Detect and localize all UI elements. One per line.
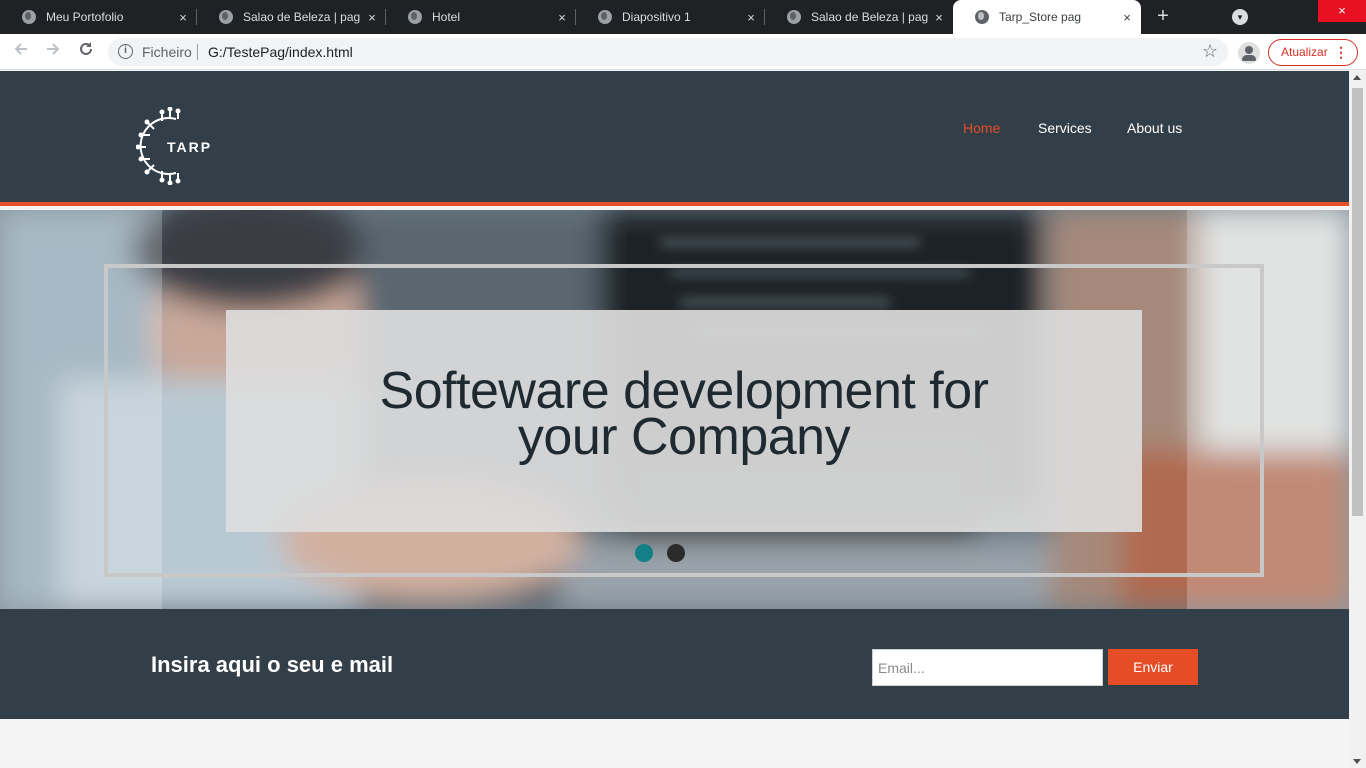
browser-tab[interactable]: Diapositivo 1 × [576, 0, 765, 34]
hero-slider: Softeware development for your Company [0, 210, 1349, 609]
browser-tab-active[interactable]: Tarp_Store pag × [953, 0, 1141, 34]
tab-title: Salao de Beleza | pag ini [811, 10, 931, 24]
scrollbar-thumb[interactable] [1352, 88, 1363, 516]
back-arrow-icon[interactable] [9, 40, 33, 64]
browser-toolbar: i Ficheiro G:/TestePag/index.html ☆ Atua… [0, 34, 1366, 70]
new-tab-button[interactable]: + [1151, 5, 1175, 29]
browser-tab-strip: Meu Portofolio × Salao de Beleza | pag i… [0, 0, 1366, 34]
address-divider [197, 44, 198, 60]
slider-dot-active[interactable] [635, 544, 653, 562]
globe-icon [787, 10, 801, 24]
address-bar[interactable]: i Ficheiro G:/TestePag/index.html ☆ [108, 38, 1228, 66]
tab-title: Diapositivo 1 [622, 10, 691, 24]
globe-icon [219, 10, 233, 24]
globe-icon [22, 10, 36, 24]
hero-title-line-2: your Company [517, 408, 851, 466]
send-button[interactable]: Enviar [1108, 649, 1198, 685]
browser-tab[interactable]: Salao de Beleza | pag ini × [765, 0, 953, 34]
window-close-button[interactable]: × [1318, 0, 1366, 22]
tab-close-icon[interactable]: × [1119, 10, 1135, 25]
reload-icon[interactable] [74, 40, 98, 64]
globe-icon [598, 10, 612, 24]
update-button[interactable]: Atualizar ⋮ [1268, 39, 1358, 66]
browser-tab[interactable]: Meu Portofolio × [0, 0, 197, 34]
tab-close-icon[interactable]: × [554, 10, 570, 25]
forward-arrow-icon[interactable] [41, 40, 65, 64]
update-button-label: Atualizar [1281, 45, 1328, 59]
newsletter-section: Insira aqui o seu e mail Enviar [0, 609, 1349, 719]
profile-icon[interactable] [1238, 42, 1260, 64]
tab-title: Salao de Beleza | pag ini [243, 10, 364, 24]
globe-icon [408, 10, 422, 24]
tab-title: Hotel [432, 10, 461, 24]
slider-dot[interactable] [667, 544, 685, 562]
tab-close-icon[interactable]: × [743, 10, 759, 25]
browser-tab[interactable]: Salao de Beleza | pag ini × [197, 0, 386, 34]
tab-close-icon[interactable]: × [931, 10, 947, 25]
menu-dots-icon[interactable]: ⋮ [1334, 40, 1348, 65]
nav-about-us[interactable]: About us [1127, 120, 1182, 136]
globe-icon [975, 10, 989, 24]
nav-home[interactable]: Home [963, 120, 1000, 136]
web-page: TARP Home Services About us Softeware de… [0, 71, 1349, 768]
scroll-up-arrow-icon[interactable] [1353, 75, 1361, 80]
tab-title: Tarp_Store pag [999, 10, 1082, 24]
hero-title: Softeware development for your Company [226, 365, 1142, 466]
email-input[interactable] [872, 649, 1103, 686]
tab-title: Meu Portofolio [46, 10, 124, 24]
newsletter-label: Insira aqui o seu e mail [151, 652, 394, 677]
logo-text: TARP [167, 139, 212, 155]
nav-services[interactable]: Services [1038, 120, 1092, 136]
site-header: TARP Home Services About us [0, 71, 1349, 206]
tarp-logo[interactable]: TARP [135, 106, 228, 186]
page-scrollbar[interactable] [1349, 71, 1366, 768]
scroll-down-arrow-icon[interactable] [1353, 759, 1361, 764]
bookmark-star-icon[interactable]: ☆ [1202, 41, 1218, 62]
address-url[interactable]: G:/TestePag/index.html [208, 44, 353, 60]
info-icon[interactable]: i [118, 44, 133, 59]
address-scheme-label: Ficheiro [142, 44, 192, 60]
tab-close-icon[interactable]: × [364, 10, 380, 25]
browser-tab[interactable]: Hotel × [386, 0, 576, 34]
tab-search-icon[interactable]: ▾ [1232, 9, 1248, 25]
tab-close-icon[interactable]: × [175, 10, 191, 25]
hero-caption-box: Softeware development for your Company [226, 310, 1142, 532]
